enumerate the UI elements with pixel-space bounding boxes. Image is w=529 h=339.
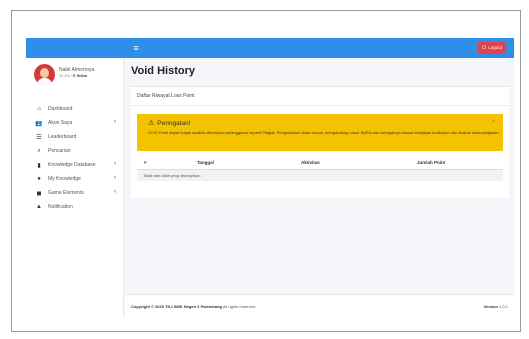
sidebar-item-label: Akun Saya	[48, 120, 73, 126]
user-name: Nabil Almorroya	[59, 67, 95, 73]
table-header: # Tanggal Aktivitas Jumlah Point	[137, 155, 503, 170]
chevron-left-icon: ‹	[114, 161, 116, 167]
hamburger-icon[interactable]: ≡	[131, 43, 141, 53]
app-window: ≡ ⏻ Logout Nabil Almorroya XII-IPA / IT H…	[26, 38, 514, 318]
sidebar-item-knowledge-database[interactable]: ▮ Knowledge Database ‹	[26, 158, 124, 172]
alert-text: VOID Point dapat terjadi apabila ditemuk…	[148, 130, 500, 135]
sidebar-item-label: Notification	[48, 204, 73, 210]
book-icon: ▮	[37, 162, 41, 169]
sidebar-item-akun-saya[interactable]: 👥 Akun Saya ‹	[26, 116, 124, 130]
sidebar-item-label: Pencarian	[48, 148, 71, 154]
history-card: Daftar Riwayat Loss Point ⚠ Peringatan! V…	[131, 86, 509, 198]
sidebar-item-label: Game Elements	[48, 190, 84, 196]
sidebar-item-label: Dashboard	[48, 106, 73, 112]
sidebar-item-label: My Knowledge	[48, 176, 81, 182]
column-header-aktivitas[interactable]: Aktivitas	[301, 160, 320, 165]
sidebar-item-leaderboard[interactable]: ☰ Leaderboard	[26, 130, 124, 144]
chevron-left-icon: ‹	[114, 175, 116, 181]
list-icon: ☰	[36, 134, 42, 141]
page-title: Void History	[131, 65, 195, 77]
chevron-left-icon: ‹	[114, 189, 116, 195]
sidebar-item-dashboard[interactable]: ⌂ Dashboard	[26, 102, 124, 116]
footer: Copyright © 2020 TKJ SMK Negeri 2 Palemb…	[125, 294, 514, 318]
column-header-jumlah-point[interactable]: Jumlah Point	[417, 160, 445, 165]
user-panel: Nabil Almorroya XII-IPA / IT Helkat	[34, 64, 122, 86]
main-content: Void History Daftar Riwayat Loss Point ⚠…	[125, 58, 514, 318]
sidebar-item-notification[interactable]: ▲ Notification	[26, 200, 124, 214]
user-class: XII-IPA / IT Helkat	[59, 74, 88, 78]
power-icon: ⏻	[482, 45, 487, 51]
sidebar-item-pencarian[interactable]: ⌕ Pencarian	[26, 144, 124, 158]
card-divider	[131, 105, 509, 106]
users-icon: 👥	[35, 120, 43, 127]
sidebar-item-label: Leaderboard	[48, 134, 77, 140]
void-history-table: # Tanggal Aktivitas Jumlah Point Tidak a…	[137, 155, 503, 181]
avatar	[34, 64, 55, 85]
sidebar-nav: ⌂ Dashboard 👥 Akun Saya ‹ ☰ Leaderboard …	[26, 102, 124, 214]
globe-icon: ●	[37, 176, 41, 182]
home-icon: ⌂	[37, 106, 41, 112]
column-header-number[interactable]: #	[144, 160, 147, 165]
table-empty-row: Tidak ada data yang ditampilkan	[137, 170, 503, 181]
chevron-left-icon: ‹	[114, 119, 116, 125]
top-navbar: ≡ ⏻ Logout	[26, 38, 514, 58]
sidebar-item-my-knowledge[interactable]: ● My Knowledge ‹	[26, 172, 124, 186]
column-header-tanggal[interactable]: Tanggal	[197, 160, 214, 165]
close-icon[interactable]: ×	[492, 119, 495, 125]
sidebar-item-label: Knowledge Database	[48, 162, 96, 168]
bell-icon: ▲	[36, 204, 42, 210]
logout-button[interactable]: ⏻ Logout	[478, 42, 506, 54]
alert-title: ⚠ Peringatan!	[148, 120, 191, 127]
sidebar: Nabil Almorroya XII-IPA / IT Helkat ⌂ Da…	[26, 58, 124, 318]
card-title: Daftar Riwayat Loss Point	[137, 93, 195, 99]
search-icon: ⌕	[37, 147, 41, 154]
logout-label: Logout	[488, 45, 502, 50]
sidebar-item-game-elements[interactable]: ◼ Game Elements ‹	[26, 186, 124, 200]
gamepad-icon: ◼	[36, 190, 42, 197]
footer-copyright: Copyright © 2020 TKJ SMK Negeri 2 Palemb…	[131, 304, 256, 309]
warning-icon: ⚠	[148, 120, 155, 127]
footer-version: Version 1.0.1	[483, 304, 508, 309]
warning-alert: ⚠ Peringatan! VOID Point dapat terjadi ap…	[137, 114, 503, 151]
